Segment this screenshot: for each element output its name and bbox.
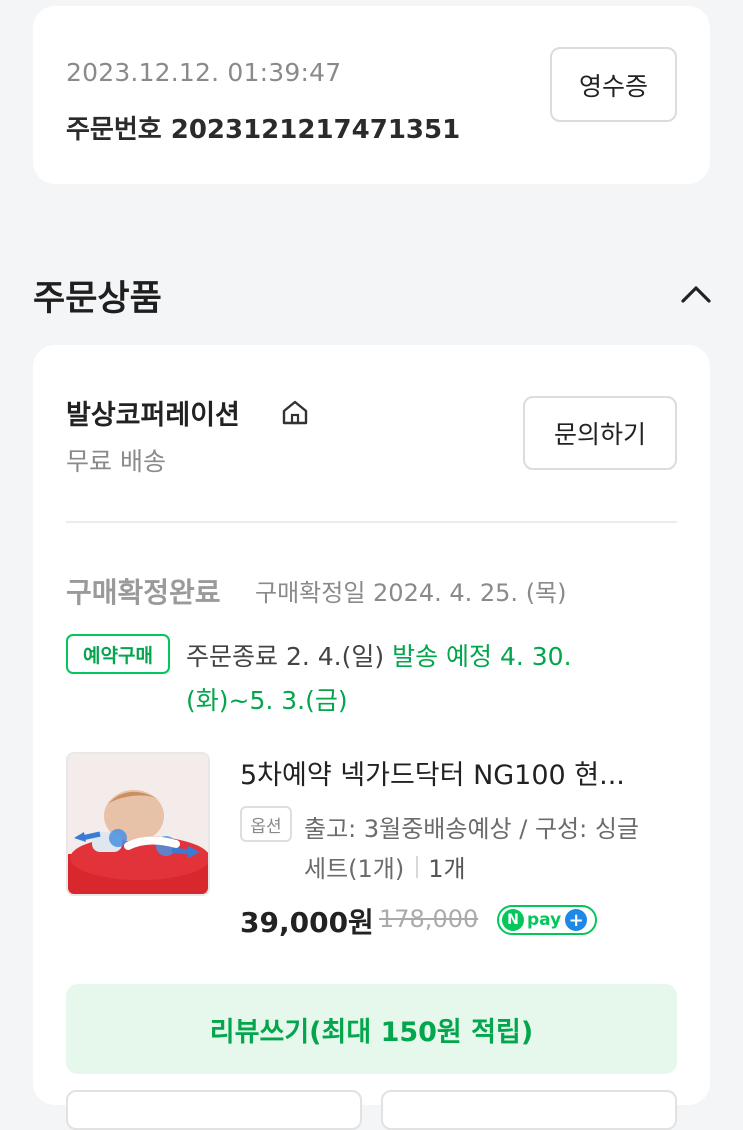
ship-schedule-text-2: (화)~5. 3.(금) [186, 686, 348, 715]
product-thumbnail[interactable] [66, 752, 210, 896]
product-price: 39,000원 [240, 906, 374, 939]
confirm-date: 구매확정일 2024. 4. 25. (목) [255, 579, 567, 607]
option-text-2: 세트(1개) 1개 [304, 849, 466, 884]
npay-plus-badge: N pay + [497, 905, 597, 935]
write-review-button[interactable]: 리뷰쓰기(최대 150원 적립) [66, 984, 677, 1074]
option-badge: 옵션 [240, 806, 292, 842]
reservation-schedule: 주문종료 2. 4.(일) 발송 예정 4. 30. (화)~5. 3.(금) [186, 635, 636, 723]
seller-name[interactable]: 발상코퍼레이션 [66, 393, 240, 432]
original-price: 178,000 [379, 905, 479, 933]
product-image [68, 754, 208, 894]
ship-schedule-text: 발송 예정 4. 30. [392, 642, 572, 671]
product-name[interactable]: 5차예약 넥가드닥터 NG100 현... [240, 753, 625, 792]
inquiry-button[interactable]: 문의하기 [523, 396, 677, 470]
option-text: 출고: 3월중배송예상 / 구성: 싱글 [304, 815, 640, 843]
separator [416, 855, 419, 878]
store-home-icon[interactable] [280, 397, 310, 427]
order-number: 주문번호 2023121217471351 [66, 115, 461, 145]
receipt-button[interactable]: 영수증 [550, 47, 677, 122]
npay-label: pay [527, 910, 562, 930]
plus-icon: + [565, 909, 588, 931]
divider [66, 521, 677, 523]
section-title: 주문상품 [33, 279, 162, 319]
shipping-info: 무료 배송 [66, 447, 166, 476]
action-button-right[interactable] [381, 1090, 677, 1130]
order-end-text: 주문종료 2. 4.(일) [186, 642, 393, 671]
option-set: 세트(1개) [304, 855, 405, 883]
order-datetime: 2023.12.12. 01:39:47 [66, 58, 342, 87]
order-status: 구매확정완료 [66, 576, 221, 609]
order-info-card: 2023.12.12. 01:39:47 주문번호 20231212174713… [33, 6, 710, 184]
quantity: 1개 [428, 855, 466, 883]
reservation-badge: 예약구매 [66, 634, 170, 674]
chevron-up-icon[interactable] [676, 280, 716, 308]
order-product-card: 발상코퍼레이션 무료 배송 문의하기 구매확정완료 구매확정일 2024. 4.… [33, 345, 710, 1130]
npay-n-icon: N [502, 909, 524, 931]
action-button-left[interactable] [66, 1090, 362, 1130]
